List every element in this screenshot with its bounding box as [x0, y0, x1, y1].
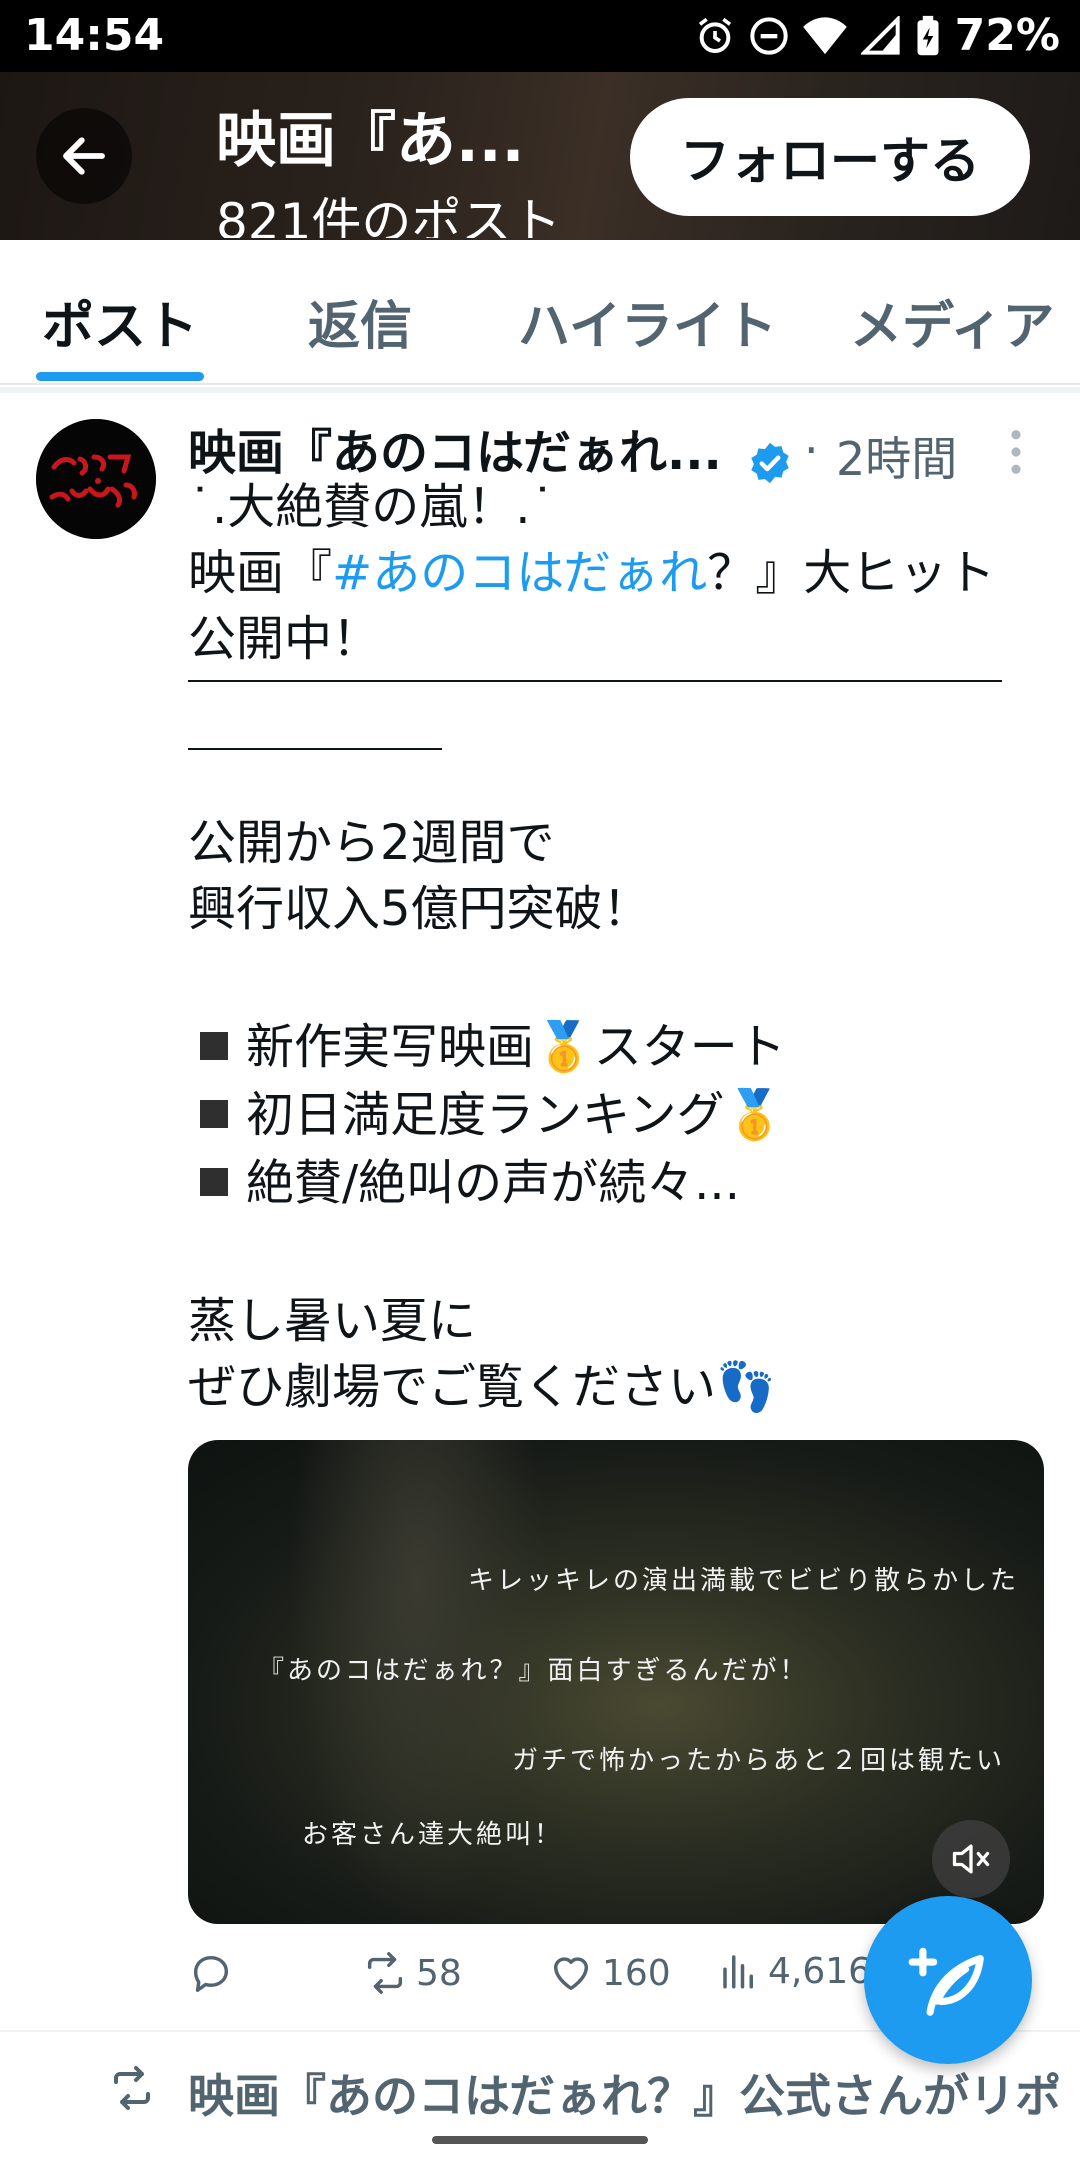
bullet-item: 絶賛/絶叫の声が続々...: [184, 1150, 740, 1216]
post-text-fragment: ？』大ヒット: [707, 545, 996, 601]
bullet-item: 新作実写映画🥇スタート: [184, 1014, 786, 1080]
follow-button[interactable]: フォローする: [630, 98, 1030, 216]
text-underline-rule: [188, 680, 1002, 682]
post-text-line: 公開中！: [188, 611, 381, 667]
view-count: 4,616: [768, 1950, 872, 1992]
tab-replies[interactable]: 返信: [308, 284, 412, 359]
active-tab-indicator: [36, 372, 204, 381]
text-underline-rule: [188, 748, 442, 750]
repost-notice-text: 映画『あのコはだぁれ？』公式さんがリポ: [188, 2069, 1062, 2120]
arrow-left-icon: [63, 137, 105, 175]
bullet-item: 初日満足度ランキング🥇: [184, 1082, 784, 1148]
reply-button[interactable]: [188, 1950, 234, 1996]
post-text-line: 興行収入5億円突破！: [188, 881, 651, 937]
tab-media[interactable]: メディア: [850, 284, 1054, 359]
verified-badge-icon: [751, 442, 789, 484]
profile-title: 映画『あ...: [216, 106, 525, 176]
speaker-muted-icon: [952, 1844, 990, 1874]
post-text-line: ぜひ劇場でご覧ください👣: [188, 1359, 776, 1415]
author-name[interactable]: 映画『あのコはだぁれ...: [188, 413, 722, 483]
post-text-line: 映画『#あのコはだぁれ？』大ヒット: [188, 540, 995, 606]
repost-button[interactable]: 58: [362, 1950, 462, 1996]
post-text-line: 蒸し暑い夏に: [188, 1293, 477, 1349]
bullet-square-icon: [200, 1100, 228, 1128]
post-time[interactable]: 2時間: [836, 423, 957, 489]
heart-icon: [553, 1957, 589, 1991]
post-text-line: ˙.大絶賛の嵐！.˙: [188, 479, 555, 535]
mute-button[interactable]: [932, 1820, 1010, 1898]
separator-dot: ·: [804, 423, 819, 477]
back-button[interactable]: [36, 108, 132, 204]
bullet-text: 絶賛/絶叫の声が続々...: [246, 1155, 740, 1211]
views-chart-icon: [723, 1955, 753, 1989]
wifi-icon: [802, 16, 847, 54]
video-caption: 『あのコはだぁれ？』面白すぎるんだが！: [258, 1656, 809, 1686]
reply-icon: [193, 1955, 229, 1992]
battery-percent: 72%: [954, 10, 1060, 61]
bullet-text: 新作実写映画🥇スタート: [246, 1019, 786, 1075]
post-count: 821件のポスト: [216, 193, 562, 238]
video-caption: ガチで怖かったからあと２回は観たい: [512, 1746, 1006, 1776]
tab-highlights[interactable]: ハイライト: [518, 284, 777, 359]
hashtag-link[interactable]: #あのコはだぁれ: [332, 545, 707, 601]
status-icons: 72%: [695, 10, 1060, 61]
battery-icon: [917, 15, 939, 55]
more-options-icon[interactable]: [1006, 429, 1026, 475]
like-button[interactable]: 160: [548, 1950, 671, 1996]
bullet-square-icon: [200, 1032, 228, 1060]
repost-icon: [367, 1952, 403, 1994]
repost-icon: [114, 2066, 150, 2110]
bullet-text: 初日満足度ランキング🥇: [246, 1087, 785, 1143]
avatar[interactable]: [36, 419, 156, 539]
status-bar: 14:54 72%: [0, 0, 1080, 72]
repost-count: 58: [416, 1952, 462, 1994]
video-player[interactable]: キレッキレの演出満載でビビり散らかした 『あのコはだぁれ？』面白すぎるんだが！ …: [188, 1440, 1044, 1924]
do-not-disturb-icon: [750, 16, 788, 55]
divider: [0, 387, 1080, 393]
post-text-fragment: 映画『: [188, 545, 333, 601]
alarm-icon: [698, 17, 731, 53]
post-text-line: 公開から2週間で: [188, 815, 555, 871]
bullet-square-icon: [200, 1168, 228, 1196]
compose-post-button[interactable]: [864, 1896, 1032, 2064]
profile-tabs: ポスト 返信 ハイライト メディア: [0, 240, 1080, 385]
views-button[interactable]: 4,616: [718, 1950, 871, 1992]
like-count: 160: [602, 1952, 671, 1994]
profile-header: 映画『あ... 821件のポスト フォローする: [0, 72, 1080, 240]
tab-posts[interactable]: ポスト: [42, 284, 198, 359]
movie-logo-icon: [36, 419, 156, 539]
compose-feather-icon: [908, 1947, 984, 2016]
repost-notice[interactable]: 映画『あのコはだぁれ？』公式さんがリポ: [108, 2060, 1068, 2120]
signal-icon: [860, 15, 900, 55]
video-caption: お客さん達大絶叫！: [302, 1820, 564, 1850]
home-indicator[interactable]: [432, 2136, 648, 2144]
video-caption: キレッキレの演出満載でビビり散らかした: [468, 1566, 1020, 1596]
status-time: 14:54: [24, 10, 165, 61]
